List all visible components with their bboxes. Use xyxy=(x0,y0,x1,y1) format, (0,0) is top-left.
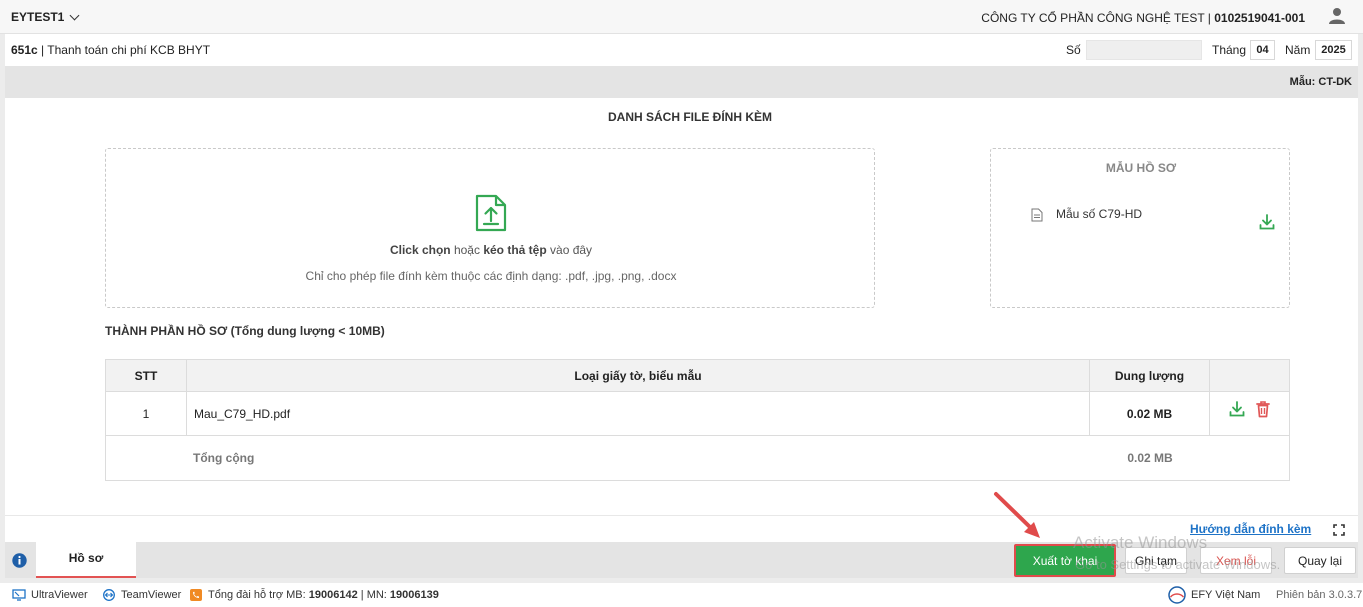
thang-label: Tháng xyxy=(1212,43,1247,57)
form-code: 651c xyxy=(11,43,38,57)
org-code: EYTEST1 xyxy=(11,10,65,24)
form-header: 651c | Thanh toán chi phí KCB BHYT Số Th… xyxy=(5,34,1358,66)
trash-icon[interactable] xyxy=(1255,400,1271,418)
bottom-toolbar: Hồ sơ Xuất tờ khai Ghi tạm Xem lỗi Quay … xyxy=(5,542,1358,578)
components-heading: THÀNH PHẦN HỒ SƠ (Tổng dung lượng < 10MB… xyxy=(105,324,385,338)
dropzone-here-text: vào đây xyxy=(546,243,593,257)
nam-label: Năm xyxy=(1285,43,1311,57)
template-strip: Mẫu: CT-DK xyxy=(5,66,1358,98)
ultraviewer-label: UltraViewer xyxy=(31,589,88,601)
col-actions xyxy=(1210,360,1289,391)
attachment-guide-link[interactable]: Hướng dẫn đính kèm xyxy=(1190,522,1311,536)
panel-divider xyxy=(5,515,1358,516)
teamviewer-label: TeamViewer xyxy=(121,589,182,601)
so-label: Số xyxy=(1066,43,1081,57)
form-name: Thanh toán chi phí KCB BHYT xyxy=(47,43,211,57)
fullscreen-icon[interactable] xyxy=(1333,524,1345,536)
table-total-row: Tổng cộng 0.02 MB xyxy=(106,436,1289,480)
row-actions xyxy=(1210,392,1289,435)
nam-field[interactable]: 2025 xyxy=(1315,40,1352,60)
tax-code: 0102519041-001 xyxy=(1214,11,1305,25)
export-declaration-button[interactable]: Xuất tờ khai xyxy=(1014,544,1116,577)
col-size: Dung lượng xyxy=(1090,360,1210,391)
save-draft-button[interactable]: Ghi tạm xyxy=(1125,547,1187,574)
dropzone-instruction: Click chọn hoặc kéo thả tệp vào đây xyxy=(106,243,876,257)
vendor-name: EFY Việt Nam xyxy=(1191,589,1261,601)
view-errors-button[interactable]: Xem lỗi xyxy=(1200,547,1272,574)
back-button[interactable]: Quay lại xyxy=(1284,547,1356,574)
phone-icon xyxy=(190,589,202,601)
col-stt: STT xyxy=(106,360,187,391)
file-upload-icon xyxy=(475,194,507,232)
col-doc-type: Loại giấy tờ, biểu mẫu xyxy=(187,360,1090,391)
company-info: CÔNG TY CỔ PHẦN CÔNG NGHỆ TEST | 0102519… xyxy=(981,11,1305,25)
attachments-panel: DANH SÁCH FILE ĐÍNH KÈM Click chọn hoặc … xyxy=(5,98,1358,542)
support-separator: | MN: xyxy=(357,589,390,601)
row-size: 0.02 MB xyxy=(1090,392,1210,435)
monitor-icon xyxy=(12,589,26,601)
user-icon[interactable] xyxy=(1328,7,1346,25)
efy-logo-icon xyxy=(1168,586,1186,604)
row-filename[interactable]: Mau_C79_HD.pdf xyxy=(187,392,1090,435)
attachments-heading: DANH SÁCH FILE ĐÍNH KÈM xyxy=(608,110,772,124)
thang-field[interactable]: 04 xyxy=(1250,40,1275,60)
total-label: Tổng cộng xyxy=(193,451,255,465)
dropzone-click-text: Click chọn xyxy=(389,243,451,257)
org-switcher[interactable]: EYTEST1 xyxy=(11,10,80,24)
teamviewer-icon xyxy=(103,589,115,601)
template-item[interactable]: Mẫu số C79-HD xyxy=(1056,207,1142,221)
info-icon[interactable] xyxy=(12,553,27,568)
download-icon[interactable] xyxy=(1229,400,1245,418)
dropzone-formats: Chỉ cho phép file đính kèm thuộc các địn… xyxy=(305,269,677,283)
total-size: 0.02 MB xyxy=(1127,451,1173,465)
dropzone-or-text: hoặc xyxy=(450,243,484,257)
teamviewer-link[interactable]: TeamViewer xyxy=(102,589,181,601)
document-icon xyxy=(1031,208,1043,222)
support-hotline: Tổng đài hỗ trợ MB: 19006142 | MN: 19006… xyxy=(189,589,439,601)
support-prefix: Tổng đài hỗ trợ MB: xyxy=(208,589,309,601)
table-header: STT Loại giấy tờ, biểu mẫu Dung lượng xyxy=(106,360,1289,392)
template-list-heading: MẪU HỒ SƠ xyxy=(1105,161,1177,175)
chevron-down-icon xyxy=(69,10,80,20)
status-bar: UltraViewer TeamViewer Tổng đài hỗ trợ M… xyxy=(0,583,1363,607)
tab-ho-so[interactable]: Hồ sơ xyxy=(36,542,136,578)
form-title-separator: | xyxy=(37,43,48,57)
company-name: CÔNG TY CỔ PHẦN CÔNG NGHỆ TEST xyxy=(981,11,1205,25)
support-mn-number: 19006139 xyxy=(389,589,439,601)
components-table: STT Loại giấy tờ, biểu mẫu Dung lượng 1 … xyxy=(105,359,1290,481)
template-list: MẪU HỒ SƠ Mẫu số C79-HD xyxy=(990,148,1290,308)
table-row: 1 Mau_C79_HD.pdf 0.02 MB xyxy=(106,392,1289,436)
top-bar: EYTEST1 CÔNG TY CỔ PHẦN CÔNG NGHỆ TEST |… xyxy=(0,0,1363,34)
row-stt: 1 xyxy=(106,392,187,435)
ultraviewer-link[interactable]: UltraViewer xyxy=(12,589,88,601)
form-title: 651c | Thanh toán chi phí KCB BHYT xyxy=(11,43,210,57)
download-icon[interactable] xyxy=(1259,214,1275,230)
template-code: Mẫu: CT-DK xyxy=(1289,76,1352,88)
support-mb-number: 19006142 xyxy=(308,589,358,601)
company-separator: | xyxy=(1204,11,1215,25)
total-actions-spacer xyxy=(1210,436,1289,480)
so-field[interactable] xyxy=(1086,40,1202,60)
app-version: Phiên bản 3.0.3.7 xyxy=(1276,589,1363,601)
dropzone-drag-text: kéo thả tệp xyxy=(483,243,547,257)
file-dropzone[interactable]: Click chọn hoặc kéo thả tệp vào đây Chỉ … xyxy=(105,148,875,308)
